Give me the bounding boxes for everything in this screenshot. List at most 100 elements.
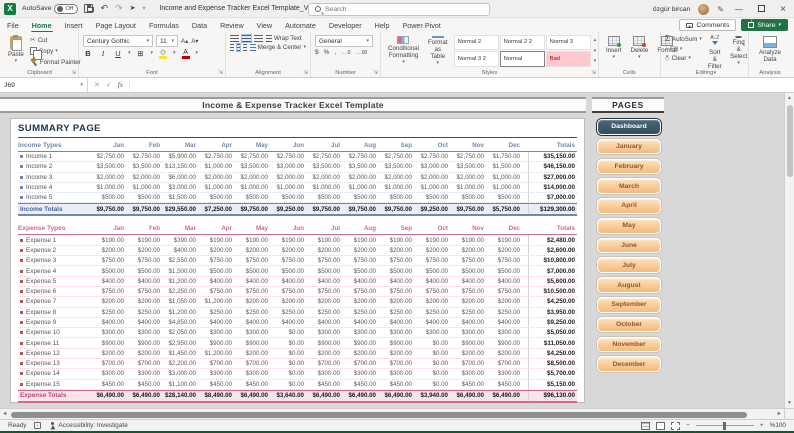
expense-total-cell[interactable]: $6,490.00: [306, 392, 342, 399]
analyze-data-button[interactable]: Analyze Data: [753, 35, 787, 66]
expense-value-cell[interactable]: $1,500.00: [162, 268, 198, 275]
expense-value-cell[interactable]: $200.00: [342, 247, 378, 254]
expense-value-cell[interactable]: $400.00: [198, 278, 234, 285]
menu-tab[interactable]: Data: [191, 19, 208, 32]
expense-row-label[interactable]: Expense 4: [18, 268, 90, 275]
expense-row-total-cell[interactable]: $5,600.00: [528, 276, 577, 286]
income-value-cell[interactable]: $2,000.00: [306, 174, 342, 181]
expense-value-cell[interactable]: $750.00: [378, 257, 414, 264]
income-row-total-cell[interactable]: $14,000.00: [528, 182, 577, 193]
income-total-cell[interactable]: $9,750.00: [90, 206, 126, 213]
income-value-cell[interactable]: $3,500.00: [450, 163, 486, 170]
expense-value-cell[interactable]: $190.00: [126, 237, 162, 244]
income-value-cell[interactable]: $500.00: [378, 194, 414, 201]
cell-style-item[interactable]: Normal: [499, 51, 545, 67]
income-value-cell[interactable]: $13,150.00: [162, 163, 198, 170]
income-total-cell[interactable]: $9,750.00: [378, 206, 414, 213]
align-top-icon[interactable]: [230, 35, 239, 42]
expense-row-total-cell[interactable]: $3,950.00: [528, 307, 577, 317]
income-value-cell[interactable]: $500.00: [270, 194, 306, 201]
expense-value-cell[interactable]: $200.00: [450, 298, 486, 305]
expense-total-cell[interactable]: $28,140.00: [162, 392, 198, 399]
expense-value-cell[interactable]: $750.00: [414, 288, 450, 295]
expense-value-cell[interactable]: $1,050.00: [162, 298, 198, 305]
align-left-icon[interactable]: [230, 44, 234, 51]
styles-dialog-launcher-icon[interactable]: ⇲: [591, 69, 596, 76]
income-row-total-cell[interactable]: $7,000.00: [528, 193, 577, 203]
expense-value-cell[interactable]: $200.00: [306, 247, 342, 254]
expense-row-total-cell[interactable]: $4,250.00: [528, 348, 577, 359]
expense-total-cell[interactable]: $6,490.00: [378, 392, 414, 399]
macro-record-icon[interactable]: [34, 422, 42, 429]
expense-value-cell[interactable]: $400.00: [90, 319, 126, 326]
expense-value-cell[interactable]: $700.00: [342, 360, 378, 367]
income-row-total-cell[interactable]: $46,150.00: [528, 162, 577, 172]
expense-value-cell[interactable]: $200.00: [450, 350, 486, 357]
expense-value-cell[interactable]: $750.00: [270, 257, 306, 264]
expense-value-cell[interactable]: $400.00: [486, 319, 522, 326]
clipboard-dialog-launcher-icon[interactable]: ⇲: [71, 69, 76, 76]
income-total-cell[interactable]: $9,750.00: [234, 206, 270, 213]
menu-tab[interactable]: File: [6, 19, 20, 32]
clear-button[interactable]: ◇ Clear ▾: [665, 55, 702, 62]
editing-mode-icon[interactable]: ✎: [717, 5, 724, 14]
expense-total-cell[interactable]: $6,490.00: [234, 392, 270, 399]
expense-value-cell[interactable]: $200.00: [486, 350, 522, 357]
income-value-cell[interactable]: $1,000.00: [342, 184, 378, 191]
align-middle-icon[interactable]: [241, 34, 252, 43]
income-value-cell[interactable]: $2,750.00: [198, 153, 234, 160]
zoom-out-icon[interactable]: −: [686, 422, 690, 429]
expense-value-cell[interactable]: $500.00: [234, 268, 270, 275]
page-button-month[interactable]: September: [597, 297, 661, 313]
menu-tab[interactable]: Insert: [64, 19, 84, 32]
minimize-button[interactable]: —: [732, 5, 746, 14]
expense-row-total-cell[interactable]: $11,050.00: [528, 338, 577, 348]
underline-caret-icon[interactable]: ▾: [128, 51, 131, 56]
expense-value-cell[interactable]: $1,200.00: [198, 298, 234, 305]
income-value-cell[interactable]: $500.00: [198, 194, 234, 201]
expense-value-cell[interactable]: $0.00: [414, 370, 450, 377]
income-value-cell[interactable]: $3,500.00: [234, 163, 270, 170]
income-value-cell[interactable]: $2,000.00: [414, 174, 450, 181]
income-value-cell[interactable]: $1,000.00: [270, 184, 306, 191]
comments-button[interactable]: Comments: [679, 19, 737, 31]
menu-tab[interactable]: Formulas: [148, 19, 180, 32]
income-value-cell[interactable]: $1,000.00: [414, 184, 450, 191]
income-value-cell[interactable]: $3,000.00: [414, 163, 450, 170]
normal-view-icon[interactable]: [641, 421, 651, 430]
income-value-cell[interactable]: $1,000.00: [306, 184, 342, 191]
borders-caret-icon[interactable]: ▾: [151, 51, 154, 56]
expense-value-cell[interactable]: $450.00: [450, 381, 486, 388]
income-value-cell[interactable]: $1,000.00: [234, 184, 270, 191]
expense-value-cell[interactable]: $0.00: [270, 360, 306, 367]
expense-value-cell[interactable]: $750.00: [378, 288, 414, 295]
expense-value-cell[interactable]: $400.00: [378, 278, 414, 285]
scroll-up-icon[interactable]: ▲: [785, 95, 794, 101]
expense-row-label[interactable]: Expense 1: [18, 237, 90, 244]
expense-value-cell[interactable]: $400.00: [90, 278, 126, 285]
expense-value-cell[interactable]: $500.00: [450, 268, 486, 275]
expense-value-cell[interactable]: $200.00: [414, 298, 450, 305]
income-total-cell[interactable]: $5,750.00: [486, 206, 522, 213]
expense-row-label[interactable]: Expense 6: [18, 288, 90, 295]
expense-value-cell[interactable]: $300.00: [486, 370, 522, 377]
expense-value-cell[interactable]: $0.00: [414, 381, 450, 388]
expense-total-cell[interactable]: $3,940.00: [414, 392, 450, 399]
expense-value-cell[interactable]: $300.00: [450, 370, 486, 377]
expense-value-cell[interactable]: $200.00: [270, 247, 306, 254]
expense-total-cell[interactable]: $6,490.00: [342, 392, 378, 399]
expense-row-total-cell[interactable]: $9,250.00: [528, 317, 577, 328]
expense-value-cell[interactable]: $500.00: [486, 268, 522, 275]
expense-value-cell[interactable]: $450.00: [126, 381, 162, 388]
expense-value-cell[interactable]: $900.00: [198, 340, 234, 347]
expense-value-cell[interactable]: $300.00: [378, 370, 414, 377]
expense-value-cell[interactable]: $250.00: [234, 309, 270, 316]
expense-value-cell[interactable]: $3,000.00: [162, 370, 198, 377]
expense-value-cell[interactable]: $200.00: [90, 350, 126, 357]
page-button-month[interactable]: April: [597, 198, 661, 214]
expense-value-cell[interactable]: $250.00: [198, 309, 234, 316]
expense-value-cell[interactable]: $700.00: [486, 360, 522, 367]
copy-button[interactable]: Copy ▾: [29, 47, 81, 60]
number-dialog-launcher-icon[interactable]: ⇲: [373, 69, 378, 76]
expense-row-total-cell[interactable]: $7,000.00: [528, 266, 577, 276]
